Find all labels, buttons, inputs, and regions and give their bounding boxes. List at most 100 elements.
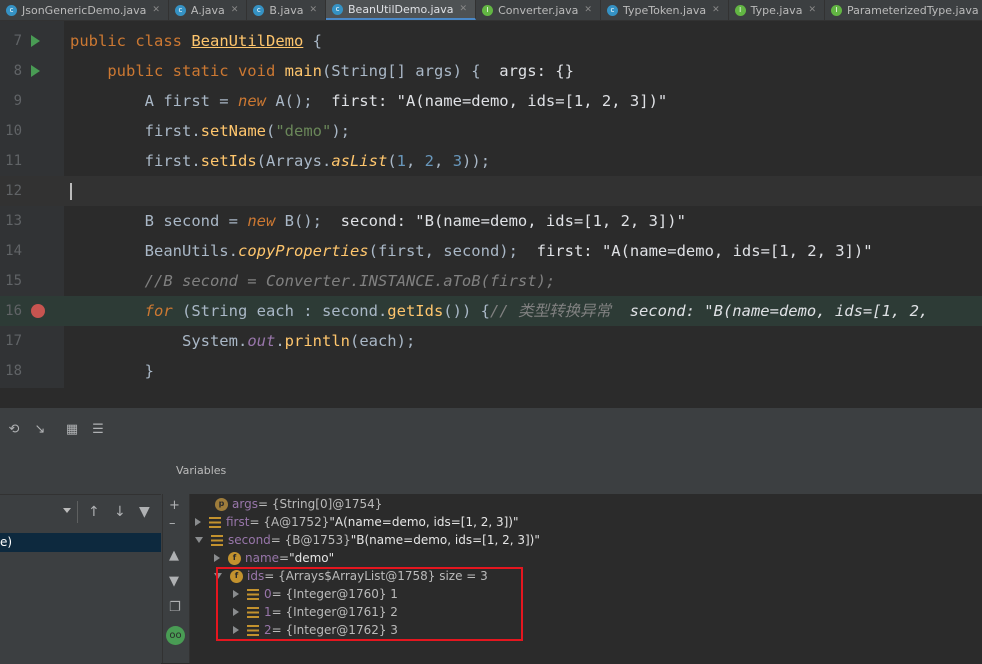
- breakpoint-icon[interactable]: [31, 304, 45, 318]
- close-icon[interactable]: ✕: [460, 4, 468, 14]
- var-value: = {String[0]@1754}: [258, 495, 383, 513]
- close-icon[interactable]: ✕: [712, 5, 720, 15]
- tab-label: ParameterizedType.java: [847, 4, 979, 17]
- watches-icon[interactable]: oo: [166, 626, 185, 645]
- thread-dropdown[interactable]: [0, 501, 78, 523]
- run-icon[interactable]: [31, 65, 40, 77]
- number-literal: 2: [425, 152, 434, 170]
- collapse-icon[interactable]: [195, 537, 203, 543]
- tab-label: B.java: [269, 4, 303, 17]
- interface-icon: I: [735, 5, 746, 16]
- tab-label: BeanUtilDemo.java: [348, 3, 454, 16]
- arrow-up-icon[interactable]: ↑: [88, 504, 100, 520]
- line-number: 8: [0, 56, 22, 86]
- filter-icon[interactable]: ▼: [139, 504, 150, 520]
- tab-b[interactable]: cB.java✕: [247, 0, 326, 20]
- tab-typetoken[interactable]: cTypeToken.java✕: [601, 0, 729, 20]
- code-text: (: [387, 152, 396, 170]
- breakpoint-line: 16 for (String each : second.getIds()) {…: [0, 296, 982, 326]
- code-text: ));: [462, 152, 490, 170]
- code-text: System.: [182, 332, 247, 350]
- line-number: 7: [0, 26, 22, 56]
- tab-beanutildemo[interactable]: c BeanUtilDemo.java ✕: [326, 0, 476, 20]
- selected-frame[interactable]: e): [0, 533, 161, 552]
- method-call: setName: [201, 122, 266, 140]
- expand-icon[interactable]: [195, 518, 201, 526]
- var-name: name: [245, 549, 279, 567]
- code-text: (: [266, 122, 275, 140]
- method-call: println: [285, 332, 350, 350]
- line-number: 11: [0, 146, 22, 176]
- var-value: = {B@1753}: [271, 531, 351, 549]
- static-method-call: copyProperties: [238, 242, 369, 260]
- var-string: "B(name=demo, ids=[1, 2, 3])": [351, 531, 540, 549]
- inline-value-hint: second: "B(name=demo, ids=[1, 2, 3])": [322, 212, 686, 230]
- code-text: .: [275, 332, 284, 350]
- close-icon[interactable]: ✕: [808, 5, 816, 15]
- code-line: 10 first.setName("demo");: [0, 116, 982, 146]
- keyword: for: [145, 302, 182, 320]
- code-line: 13 B second = new B(); second: "B(name=d…: [0, 206, 982, 236]
- table-icon[interactable]: ▦: [64, 422, 80, 438]
- variables-header: Variables: [176, 464, 226, 477]
- copy-icon[interactable]: ❐: [169, 600, 181, 615]
- expand-icon[interactable]: [214, 554, 220, 562]
- tab-label: A.java: [191, 4, 225, 17]
- tab-parameterizedtype[interactable]: IParameterizedType.java: [825, 0, 982, 20]
- line-number: 17: [0, 326, 22, 356]
- close-icon[interactable]: ✕: [152, 5, 160, 15]
- move-down-icon[interactable]: ▼: [169, 574, 179, 589]
- code-line: 7 public class BeanUtilDemo {: [0, 26, 982, 56]
- close-icon[interactable]: ✕: [584, 5, 592, 15]
- class-icon: c: [607, 5, 618, 16]
- close-icon[interactable]: ✕: [231, 5, 239, 15]
- remove-icon[interactable]: –: [169, 516, 176, 531]
- line-number: 13: [0, 206, 22, 236]
- arrow-down-icon[interactable]: ↓: [114, 504, 126, 520]
- highlight-annotation-box: [216, 567, 523, 641]
- evaluate-icon[interactable]: ☰: [90, 422, 106, 438]
- keyword: new: [238, 92, 275, 110]
- tab-jsongenericdemo[interactable]: cJsonGenericDemo.java✕: [0, 0, 169, 20]
- var-name: second: [228, 531, 271, 549]
- code-text: );: [331, 122, 350, 140]
- debug-toolbar: ⟲ ↘ ▦ ☰: [0, 408, 982, 454]
- var-value: =: [279, 549, 289, 567]
- panel-divider[interactable]: [0, 388, 982, 408]
- move-up-icon[interactable]: ▲: [169, 548, 179, 563]
- tab-converter[interactable]: I Converter.java ✕: [476, 0, 601, 20]
- text-caret: [70, 183, 72, 200]
- code-editor[interactable]: 7 public class BeanUtilDemo { 8 public s…: [0, 21, 982, 388]
- class-icon: c: [332, 4, 343, 15]
- comment: //B second = Converter.INSTANCE.aToB(fir…: [145, 272, 556, 290]
- tree-item-second[interactable]: second = {B@1753} "B(name=demo, ids=[1, …: [195, 531, 540, 549]
- tab-type[interactable]: I Type.java ✕: [729, 0, 825, 20]
- tree-item-args[interactable]: pargs = {String[0]@1754}: [215, 495, 382, 513]
- tree-item-first[interactable]: first = {A@1752} "A(name=demo, ids=[1, 2…: [195, 513, 518, 531]
- class-name: BeanUtilDemo: [191, 32, 303, 50]
- current-line: 12: [0, 176, 982, 206]
- add-icon[interactable]: +: [169, 498, 180, 513]
- restore-layout-icon[interactable]: ⟲: [6, 422, 22, 438]
- static-field: out: [247, 332, 275, 350]
- code-text: ,: [406, 152, 425, 170]
- close-icon[interactable]: ✕: [309, 5, 317, 15]
- code-line: 9 A first = new A(); first: "A(name=demo…: [0, 86, 982, 116]
- code-text: B second =: [145, 212, 248, 230]
- code-text: A first =: [145, 92, 238, 110]
- interface-icon: I: [482, 5, 493, 16]
- string-literal: "demo": [275, 122, 331, 140]
- tab-label: Type.java: [751, 4, 803, 17]
- inline-value-hint: args: {}: [481, 62, 574, 80]
- tree-item-name[interactable]: fname = "demo": [214, 549, 334, 567]
- inline-value-hint: first: "A(name=demo, ids=[1, 2, 3])": [313, 92, 668, 110]
- code-text: A();: [275, 92, 312, 110]
- tab-label: Converter.java: [498, 4, 578, 17]
- code-line: 18 }: [0, 356, 982, 386]
- var-name: first: [226, 513, 249, 531]
- run-icon[interactable]: [31, 35, 40, 47]
- tab-a[interactable]: cA.java✕: [169, 0, 247, 20]
- variables-side-toolbar: + – ▲ ▼ ❐ oo: [162, 494, 190, 663]
- keyword: public class: [70, 32, 191, 50]
- step-into-icon[interactable]: ↘: [32, 422, 48, 438]
